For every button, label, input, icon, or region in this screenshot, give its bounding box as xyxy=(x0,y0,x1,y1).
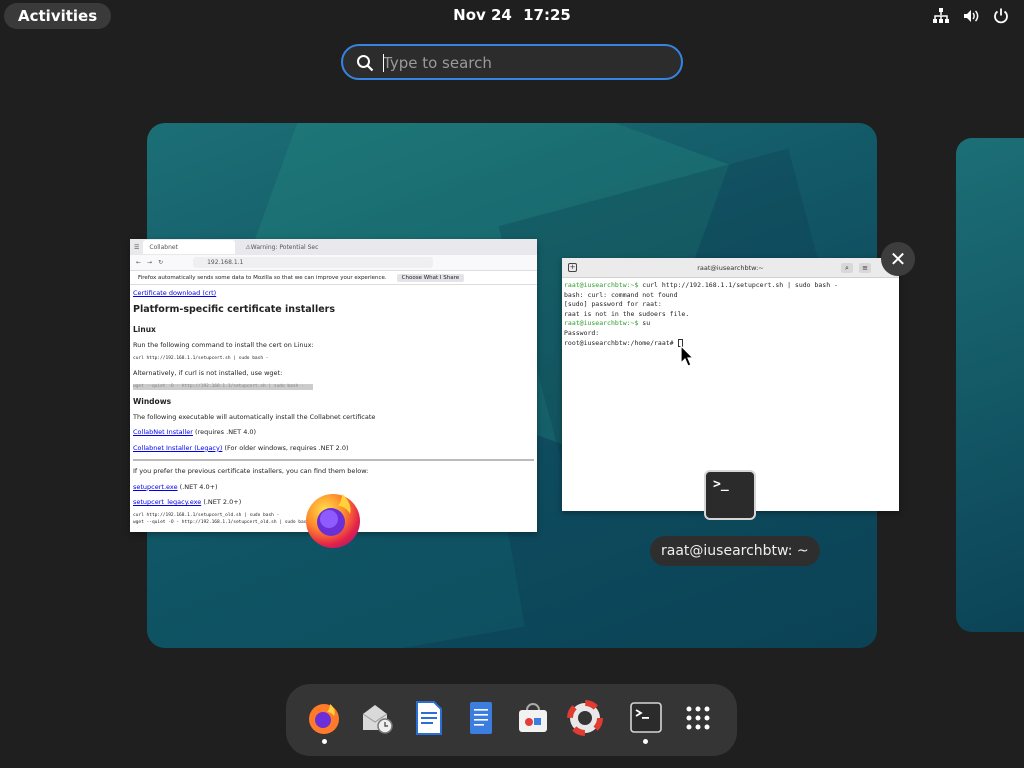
linux-text: Run the following command to install the… xyxy=(133,340,314,349)
terminal-line: raat@iusearchbtw:~$ su xyxy=(564,319,897,329)
installer-note: (requires .NET 4.0) xyxy=(195,428,257,437)
terminal-line: bash: curl: command not found xyxy=(564,291,897,301)
terminal-text: [sudo] password for raat: xyxy=(564,300,662,309)
text-editor-icon[interactable] xyxy=(463,700,499,736)
url-bar[interactable]: 192.168.1.1 xyxy=(193,257,434,268)
divider xyxy=(133,459,534,462)
telemetry-notice: Firefox automatically sends some data to… xyxy=(130,271,537,285)
system-tray[interactable] xyxy=(932,7,1010,25)
terminal-text: Password: xyxy=(564,328,600,337)
wget-command: wget --quiet -O - http://192.168.1.1/set… xyxy=(133,384,313,391)
clock-date: Nov 24 xyxy=(453,6,512,24)
terminal-prompt: raat@iusearchbtw:~$ xyxy=(564,319,643,328)
installer-link[interactable]: CollabNet Installer xyxy=(133,428,193,436)
terminal-text: curl http://192.168.1.1/setupcert.sh | s… xyxy=(642,281,838,289)
search-bar[interactable] xyxy=(341,44,683,80)
terminal-menu-icon[interactable]: ≡ xyxy=(859,263,871,273)
power-icon[interactable] xyxy=(992,7,1010,25)
windows-heading: Windows xyxy=(133,397,172,407)
notice-text: Firefox automatically sends some data to… xyxy=(138,274,387,281)
network-icon[interactable] xyxy=(932,7,950,25)
clock[interactable]: Nov 24 17:25 xyxy=(0,6,1024,24)
terminal-header: + raat@iusearchbtw:~ ⌕ ≡ xyxy=(562,258,899,278)
terminal-line: raat@iusearchbtw:~$ curl http://192.168.… xyxy=(564,281,897,291)
linux-command: curl http://192.168.1.1/setupcert.sh | s… xyxy=(133,355,269,361)
setupcert-note: (.NET 2.0+) xyxy=(203,498,242,507)
window-caption: raat@iusearchbtw: ~ xyxy=(650,536,820,566)
terminal-line: Password: xyxy=(564,329,897,339)
linux-heading: Linux xyxy=(133,324,156,334)
browser-tab[interactable]: Collabnet xyxy=(143,240,236,254)
calendar-mail-icon[interactable] xyxy=(359,700,395,736)
terminal-glyph: >_ xyxy=(713,477,729,492)
dash xyxy=(286,684,737,756)
terminal-text: bash: curl: command not found xyxy=(564,290,678,299)
terminal-output[interactable]: raat@iusearchbtw:~$ curl http://192.168.… xyxy=(562,278,899,351)
forward-icon[interactable]: → xyxy=(147,259,152,266)
mouse-pointer-icon xyxy=(680,345,694,367)
search-input[interactable] xyxy=(383,52,663,74)
app-grid-icon[interactable] xyxy=(680,700,716,736)
back-icon[interactable]: ← xyxy=(136,259,141,266)
volume-icon[interactable] xyxy=(962,7,980,25)
terminal-app-icon: >_ xyxy=(704,470,756,520)
setupcert-note: (.NET 4.0+) xyxy=(179,482,218,491)
terminal-prompt: raat@iusearchbtw:~$ xyxy=(564,281,643,289)
terminal-line: raat is not in the sudoers file. xyxy=(564,310,897,320)
installer-note: (For older windows, requires .NET 2.0) xyxy=(224,443,349,452)
firefox-icon[interactable] xyxy=(306,700,342,736)
wget-text: Alternatively, if curl is not installed,… xyxy=(133,368,283,377)
terminal-text: su xyxy=(642,319,651,328)
top-bar: Activities Nov 24 17:25 xyxy=(0,0,1024,32)
browser-nav-bar: ← → ↻ 192.168.1.1 xyxy=(130,255,537,271)
software-store-icon[interactable] xyxy=(515,700,551,736)
page-heading: Platform-specific certificate installers xyxy=(133,304,335,316)
windows-text: The following executable will automatica… xyxy=(133,412,376,421)
search-icon xyxy=(357,55,374,72)
firefox-app-icon xyxy=(306,494,360,548)
workspace-next[interactable] xyxy=(956,138,1024,632)
running-indicator xyxy=(322,739,327,744)
clock-time: 17:25 xyxy=(523,6,571,24)
terminal-line: root@iusearchbtw:/home/raat# xyxy=(564,338,897,349)
text-caret xyxy=(383,54,384,72)
reload-icon[interactable]: ↻ xyxy=(158,259,163,266)
terminal-line: [sudo] password for raat: xyxy=(564,300,897,310)
tab-label: Collabnet xyxy=(149,243,178,251)
running-indicator xyxy=(643,739,648,744)
installer-legacy-link[interactable]: Collabnet Installer (Legacy) xyxy=(133,444,222,452)
choose-what-i-share-button[interactable]: Choose What I Share xyxy=(396,273,465,282)
close-window-button[interactable]: ✕ xyxy=(881,242,915,276)
writer-document-icon[interactable] xyxy=(411,700,447,736)
cert-download-link[interactable]: Certificate download (crt) xyxy=(133,289,216,297)
tab-list-icon[interactable]: ☰ xyxy=(134,244,139,251)
tab-label: Warning: Potential Sec xyxy=(250,243,319,251)
browser-tab[interactable]: ⚠ Warning: Potential Sec xyxy=(239,240,331,254)
browser-tab-strip: ☰ Collabnet ⚠ Warning: Potential Sec xyxy=(130,239,537,255)
terminal-icon[interactable] xyxy=(628,700,664,736)
setupcert-link[interactable]: setupcert.exe xyxy=(133,483,178,491)
help-lifebuoy-icon[interactable] xyxy=(567,700,603,736)
terminal-text: root@iusearchbtw:/home/raat# xyxy=(564,338,678,347)
terminal-search-icon[interactable]: ⌕ xyxy=(841,263,853,273)
setupcert-legacy-link[interactable]: setupcert_legacy.exe xyxy=(133,498,201,506)
previous-installers-text: If you prefer the previous certificate i… xyxy=(133,467,369,476)
terminal-text: raat is not in the sudoers file. xyxy=(564,309,690,318)
